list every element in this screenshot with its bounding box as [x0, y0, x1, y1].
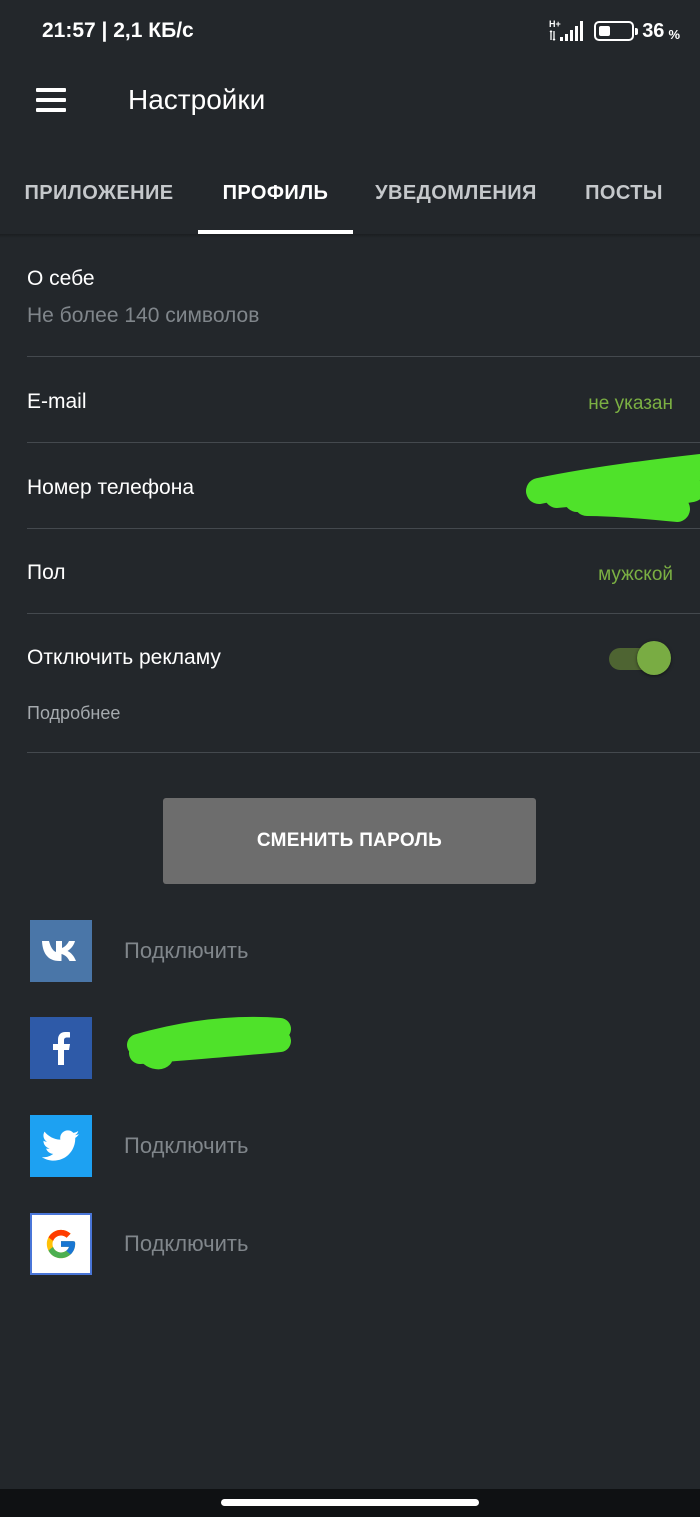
vk-icon — [30, 920, 92, 982]
gender-setting[interactable]: Пол мужской — [27, 529, 700, 613]
system-navigation-bar — [0, 1489, 700, 1517]
facebook-icon — [30, 1017, 92, 1079]
change-password-button[interactable]: СМЕНИТЬ ПАРОЛЬ — [163, 798, 536, 884]
tab-posts[interactable]: ПОСТЫ — [574, 150, 674, 236]
signal-icon: H+ — [549, 19, 584, 41]
twitter-icon — [30, 1115, 92, 1177]
disable-ads-setting: Отключить рекламу Подробнее — [27, 614, 700, 752]
tab-profile[interactable]: ПРОФИЛЬ — [198, 150, 353, 236]
social-row-facebook[interactable] — [30, 1016, 670, 1079]
google-connect-label: Подключить — [124, 1231, 249, 1256]
social-row-vk[interactable]: Подключить — [30, 920, 670, 982]
home-gesture-handle[interactable] — [221, 1499, 479, 1506]
tab-app[interactable]: ПРИЛОЖЕНИЕ — [18, 150, 180, 236]
battery-percentage: 36 — [642, 19, 665, 42]
about-setting[interactable]: О себе Не более 140 символов — [27, 236, 700, 356]
battery-percent-sign: % — [668, 26, 680, 42]
twitter-connect-label: Подключить — [124, 1133, 249, 1158]
network-type-label: H+ — [549, 19, 561, 29]
disable-ads-toggle[interactable] — [609, 639, 671, 675]
battery-fill — [599, 26, 611, 36]
app-bar: Настройки — [0, 64, 700, 138]
google-icon — [30, 1213, 92, 1275]
divider — [27, 752, 700, 753]
disable-ads-label: Отключить рекламу — [27, 646, 221, 669]
status-icons: H+ 36 % — [548, 17, 680, 45]
email-label: E-mail — [27, 390, 87, 413]
hamburger-menu-icon[interactable] — [26, 78, 76, 122]
phone-label: Номер телефона — [27, 476, 195, 499]
social-row-google[interactable]: Подключить — [30, 1213, 670, 1275]
status-bar: 21:57 | 2,1 КБ/с H+ 36 % — [0, 0, 700, 64]
email-setting[interactable]: E-mail не указан — [27, 357, 700, 442]
page-title: Настройки — [128, 84, 266, 115]
tab-notifications[interactable]: УВЕДОМЛЕНИЯ — [370, 150, 542, 236]
gender-label: Пол — [27, 561, 66, 584]
social-row-twitter[interactable]: Подключить — [30, 1115, 670, 1177]
settings-tabs: ПРИЛОЖЕНИЕ ПРОФИЛЬ УВЕДОМЛЕНИЯ ПОСТЫ — [0, 150, 700, 236]
email-value: не указан — [588, 393, 673, 414]
status-time-speed: 21:57 | 2,1 КБ/с — [42, 19, 194, 42]
phone-setting[interactable]: Номер телефона — [27, 443, 700, 528]
battery-icon — [594, 21, 639, 41]
phone-redaction-scribble — [526, 454, 700, 522]
about-placeholder: Не более 140 символов — [27, 304, 260, 327]
disable-ads-more-link[interactable]: Подробнее — [27, 703, 120, 724]
vk-connect-label: Подключить — [124, 938, 249, 963]
gender-value: мужской — [598, 564, 673, 585]
about-label: О себе — [27, 267, 95, 290]
facebook-account-redaction-scribble — [127, 1016, 291, 1070]
